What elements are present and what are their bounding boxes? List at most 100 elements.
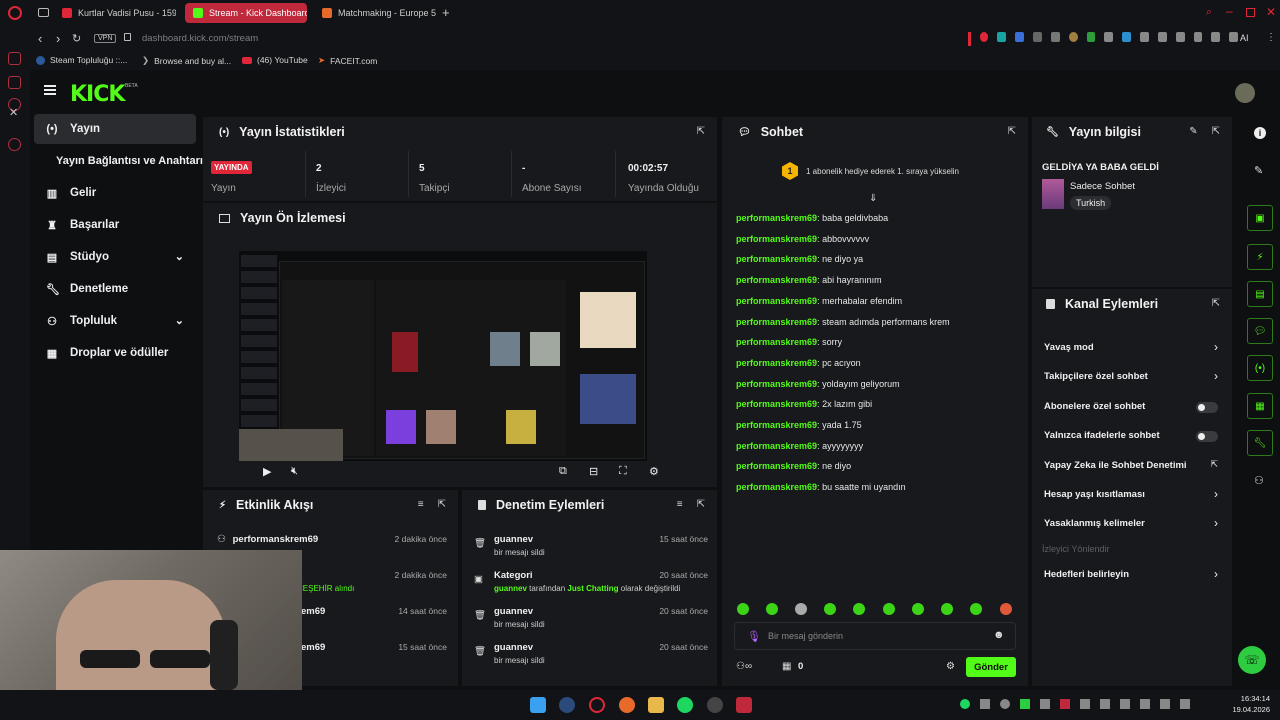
- minimize-icon[interactable]: –: [1226, 4, 1233, 18]
- chevron-right-icon[interactable]: ›: [1214, 487, 1218, 501]
- kick-logo[interactable]: KICK: [70, 82, 125, 107]
- theater-icon[interactable]: ⊟: [589, 465, 598, 478]
- mod-user[interactable]: guannev: [494, 534, 533, 545]
- microphone-icon[interactable]: 🎙︎: [747, 630, 761, 643]
- chat-username[interactable]: performanskrem69: [736, 296, 817, 306]
- emote-icon[interactable]: [1000, 603, 1012, 615]
- chat-settings-icon[interactable]: ⚙: [946, 661, 955, 672]
- clock-icon[interactable]: [8, 138, 21, 151]
- chat-username[interactable]: performanskrem69: [736, 213, 817, 223]
- url-field[interactable]: dashboard.kick.com/stream: [142, 33, 258, 44]
- chat-input-box[interactable]: 🎙︎ Bir mesaj gönderin ☻: [734, 622, 1016, 650]
- category-name[interactable]: Sadece Sohbet: [1070, 181, 1135, 192]
- steam-taskbar-icon[interactable]: [559, 697, 575, 713]
- rail-info-button[interactable]: 🔧︎: [1247, 430, 1273, 456]
- bookmark-steam[interactable]: Steam Topluluğu ::...: [36, 55, 127, 65]
- action-ai-moderation[interactable]: Yapay Zeka ile Sohbet Denetimi: [1044, 460, 1224, 471]
- gift-icon[interactable]: ▦: [782, 661, 791, 672]
- system-tray[interactable]: [960, 699, 1220, 711]
- emote-icon[interactable]: [824, 603, 836, 615]
- action-set-goals[interactable]: Hedefleri belirleyin: [1044, 569, 1224, 580]
- send-button[interactable]: Gönder: [966, 657, 1016, 677]
- vpn-badge[interactable]: VPN: [94, 34, 117, 43]
- mod-user[interactable]: guannev: [494, 606, 533, 617]
- reload-icon[interactable]: ↻: [72, 32, 81, 45]
- chevron-right-icon[interactable]: ›: [1214, 340, 1218, 354]
- search-taskbar-icon[interactable]: [619, 697, 635, 713]
- chat-input[interactable]: Bir mesaj gönderin: [768, 631, 843, 641]
- rail-activity-button[interactable]: ⚡︎: [1247, 244, 1273, 270]
- chat-username[interactable]: performanskrem69: [736, 317, 817, 327]
- nav-item-studyo[interactable]: ▤ Stüdyo ⌄: [34, 242, 196, 272]
- maximize-icon[interactable]: [1246, 8, 1255, 17]
- activity-user[interactable]: performanskrem69: [233, 534, 319, 545]
- emote-icon[interactable]: [941, 603, 953, 615]
- new-tab-icon[interactable]: +: [442, 5, 450, 20]
- settings-gear-icon[interactable]: ⚙: [649, 465, 659, 478]
- action-slow-mode[interactable]: Yavaş mod: [1044, 342, 1224, 353]
- nav-item-gelir[interactable]: ▥ Gelir: [34, 178, 196, 208]
- edit-icon[interactable]: ✎: [1189, 126, 1197, 137]
- mute-icon[interactable]: 🔇︎: [291, 465, 298, 478]
- extension-icons[interactable]: [968, 32, 1239, 46]
- chat-username[interactable]: performanskrem69: [736, 420, 817, 430]
- popout-icon[interactable]: ⇱: [697, 499, 705, 510]
- chat-username[interactable]: performanskrem69: [736, 275, 817, 285]
- subscribers-only-toggle[interactable]: [1196, 402, 1218, 413]
- nav-item-stream-key[interactable]: Yayın Bağlantısı ve Anahtarı: [34, 146, 206, 176]
- popout-icon[interactable]: ⇱: [1212, 298, 1220, 309]
- chat-username[interactable]: performanskrem69: [736, 337, 817, 347]
- popout-icon[interactable]: ⇱: [697, 126, 705, 137]
- preview-video[interactable]: [239, 251, 647, 461]
- chat-username[interactable]: performanskrem69: [736, 358, 817, 368]
- emoji-icon[interactable]: ☻: [993, 629, 1005, 641]
- chat-username[interactable]: performanskrem69: [736, 482, 817, 492]
- chat-username[interactable]: performanskrem69: [736, 379, 817, 389]
- chevron-right-icon[interactable]: ›: [1214, 369, 1218, 383]
- ai-button[interactable]: AI: [1240, 33, 1249, 43]
- scroll-down-icon[interactable]: ⇓: [869, 193, 877, 204]
- nav-item-yayin[interactable]: (•) Yayın: [34, 114, 196, 144]
- emote-icon[interactable]: [970, 603, 982, 615]
- clip-icon[interactable]: ⧉: [559, 465, 567, 478]
- menu-icon[interactable]: ⋮: [1266, 32, 1276, 43]
- emote-icon[interactable]: [766, 603, 778, 615]
- emote-icon[interactable]: [853, 603, 865, 615]
- rail-chat-button[interactable]: 💬︎: [1247, 318, 1273, 344]
- tab-kick-dashboard[interactable]: Stream - Kick Dashboard: [185, 3, 307, 23]
- popout-icon[interactable]: ⇱: [438, 499, 446, 510]
- nav-item-topluluk[interactable]: ⚇ Topluluk ⌄: [34, 306, 196, 336]
- mod-user[interactable]: Kategori: [494, 570, 533, 581]
- activity-user[interactable]: em69: [301, 642, 325, 653]
- action-banned-words[interactable]: Yasaklanmış kelimeler: [1044, 518, 1224, 529]
- rail-moderation-button[interactable]: ▤: [1247, 281, 1273, 307]
- popout-icon[interactable]: ⇱: [1008, 126, 1016, 137]
- obs-taskbar-icon[interactable]: [707, 697, 723, 713]
- nav-item-denetleme[interactable]: 🔧︎ Denetleme: [34, 274, 196, 304]
- emote-icon[interactable]: [795, 603, 807, 615]
- filter-icon[interactable]: ≡: [418, 499, 424, 510]
- avatar[interactable]: [1235, 83, 1255, 103]
- forward-icon[interactable]: ›: [56, 31, 60, 46]
- chat-username[interactable]: performanskrem69: [736, 254, 817, 264]
- bookmark-faceit[interactable]: ➤ FACEIT.com: [318, 55, 377, 66]
- folder-taskbar-icon[interactable]: [648, 697, 664, 713]
- shield-taskbar-icon[interactable]: [736, 697, 752, 713]
- edit-layout-icon[interactable]: ✎: [1254, 164, 1263, 177]
- tab-kurtlar-vadisi[interactable]: Kurtlar Vadisi Pusu - 159. B: [54, 3, 176, 23]
- chevron-right-icon[interactable]: ›: [1214, 516, 1218, 530]
- rail-preview-button[interactable]: ▣: [1247, 205, 1273, 231]
- emote-icon[interactable]: [737, 603, 749, 615]
- chevron-right-icon[interactable]: ›: [1214, 567, 1218, 581]
- spotify-taskbar-icon[interactable]: [677, 697, 693, 713]
- close-icon[interactable]: ✕: [1266, 5, 1276, 19]
- chat-username[interactable]: performanskrem69: [736, 399, 817, 409]
- back-icon[interactable]: ‹: [38, 31, 42, 46]
- x-twitter-icon[interactable]: ✕: [9, 106, 18, 119]
- play-icon[interactable]: ▶: [263, 465, 271, 478]
- filter-icon[interactable]: ≡: [677, 499, 683, 510]
- emote-icon[interactable]: [883, 603, 895, 615]
- nav-item-basarilar[interactable]: ♜ Başarılar: [34, 210, 196, 240]
- mod-user[interactable]: guannev: [494, 642, 533, 653]
- windows-start-icon[interactable]: [530, 697, 546, 713]
